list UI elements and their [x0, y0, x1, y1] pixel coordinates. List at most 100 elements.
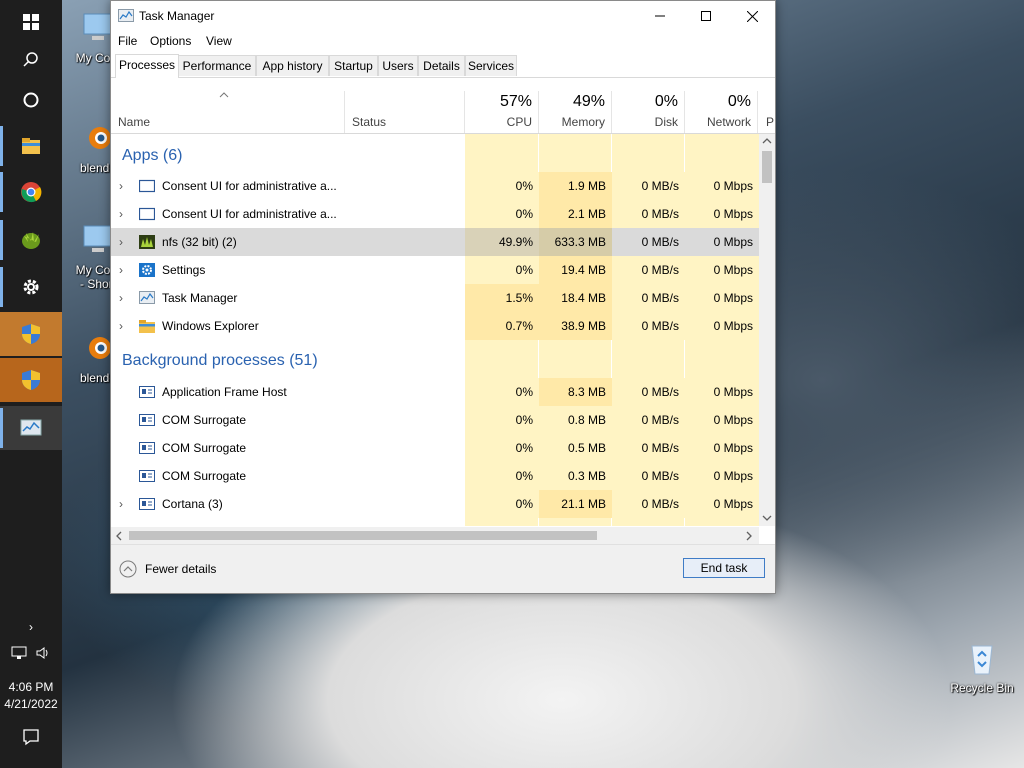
expand-chevron-icon[interactable]: ›: [119, 200, 123, 228]
menu-file[interactable]: File: [118, 34, 137, 48]
process-row[interactable]: COM Surrogate 0% 0.8 MB 0 MB/s 0 Mbps: [111, 406, 759, 434]
tab-performance[interactable]: Performance: [178, 55, 256, 76]
settings-icon: [139, 263, 155, 277]
horizontal-scroll-thumb[interactable]: [129, 531, 597, 540]
expand-chevron-icon[interactable]: ›: [119, 490, 123, 518]
column-cpu[interactable]: 57% CPU: [465, 91, 539, 133]
vertical-scrollbar[interactable]: [759, 134, 775, 526]
tab-details[interactable]: Details: [418, 55, 465, 76]
disk-value: 0 MB/s: [612, 200, 685, 228]
cortana-button[interactable]: [0, 78, 62, 122]
group-background-label: Background processes (51): [122, 352, 318, 369]
task-manager-icon: [20, 419, 42, 436]
menu-options[interactable]: Options: [150, 34, 191, 48]
column-disk[interactable]: 0% Disk: [612, 91, 685, 133]
cpu-value: 0%: [465, 200, 539, 228]
column-network[interactable]: 0% Network: [685, 91, 758, 133]
scroll-left-arrow-icon[interactable]: [115, 531, 123, 541]
process-row[interactable]: COM Surrogate 0% 0.5 MB 0 MB/s 0 Mbps: [111, 434, 759, 462]
close-button[interactable]: [729, 1, 775, 31]
volume-icon[interactable]: [35, 646, 51, 660]
nfs-game-icon: [22, 232, 40, 249]
uac-shield-icon: [22, 370, 40, 390]
cpu-value: 0%: [465, 406, 539, 434]
network-icon[interactable]: [11, 646, 27, 660]
tab-users[interactable]: Users: [378, 55, 418, 76]
end-task-button[interactable]: End task: [683, 558, 765, 578]
expand-chevron-icon[interactable]: ›: [119, 172, 123, 200]
tab-startup[interactable]: Startup: [329, 55, 378, 76]
group-header-background[interactable]: Background processes (51): [111, 342, 759, 374]
memory-value: 0.8 MB: [539, 406, 612, 434]
process-name: Application Frame Host: [162, 385, 287, 399]
show-hidden-icons-button[interactable]: ›: [0, 620, 62, 634]
process-name: nfs (32 bit) (2): [162, 235, 237, 249]
column-status-label: Status: [352, 115, 387, 129]
scroll-right-arrow-icon[interactable]: [745, 531, 753, 541]
process-row[interactable]: › Cortana (3) 0% 21.1 MB 0 MB/s 0 Mbps: [111, 490, 759, 518]
tab-services[interactable]: Services: [465, 55, 517, 76]
process-name: COM Surrogate: [162, 469, 247, 483]
process-row-selected[interactable]: › nfs (32 bit) (2) 49.9% 633.3 MB 0 MB/s…: [111, 228, 759, 256]
process-row-partial[interactable]: [111, 518, 759, 526]
process-row[interactable]: › Settings 0% 19.4 MB 0 MB/s 0 Mbps: [111, 256, 759, 284]
taskbar-settings[interactable]: [0, 265, 62, 309]
process-row[interactable]: › Windows Explorer 0.7% 38.9 MB 0 MB/s 0…: [111, 312, 759, 340]
expand-chevron-icon[interactable]: ›: [119, 312, 123, 340]
cpu-total: 57%: [499, 93, 532, 110]
clock-time: 4:06 PM: [8, 680, 54, 694]
menu-bar: File Options View: [111, 31, 775, 51]
cpu-value: 0%: [465, 172, 539, 200]
service-window-icon: [139, 498, 155, 510]
desktop-icon-recycle-bin[interactable]: Recycle Bin: [946, 640, 1018, 695]
process-row[interactable]: › Consent UI for administrative a... 0% …: [111, 200, 759, 228]
column-power[interactable]: P: [758, 91, 775, 133]
process-name: Windows Explorer: [162, 319, 259, 333]
search-icon: [23, 52, 38, 67]
fewer-details-button[interactable]: Fewer details: [119, 560, 216, 578]
process-name: Settings: [162, 263, 206, 277]
tab-processes[interactable]: Processes: [115, 54, 179, 78]
minimize-button[interactable]: [637, 1, 683, 31]
group-apps-label: Apps (6): [122, 147, 183, 164]
taskbar-task-manager[interactable]: [0, 406, 62, 450]
title-bar[interactable]: Task Manager: [111, 1, 775, 31]
process-row[interactable]: Application Frame Host 0% 8.3 MB 0 MB/s …: [111, 378, 759, 406]
scroll-up-arrow-icon[interactable]: [762, 137, 772, 145]
process-row[interactable]: › Task Manager 1.5% 18.4 MB 0 MB/s 0 Mbp…: [111, 284, 759, 312]
memory-value: 0.5 MB: [539, 434, 612, 462]
taskbar-consent-ui-1[interactable]: [0, 312, 62, 356]
process-name: Task Manager: [162, 291, 238, 305]
nfs-icon: [139, 235, 155, 249]
vertical-scroll-thumb[interactable]: [762, 151, 772, 183]
taskbar-chrome[interactable]: [0, 170, 62, 214]
group-header-apps[interactable]: Apps (6): [111, 142, 759, 172]
taskbar-file-explorer[interactable]: [0, 124, 62, 168]
footer-bar: Fewer details End task: [111, 544, 775, 593]
tab-app-history[interactable]: App history: [256, 55, 329, 76]
horizontal-scrollbar[interactable]: [111, 527, 759, 544]
column-name-label: Name: [118, 115, 151, 129]
action-center-button[interactable]: [0, 728, 62, 749]
chrome-icon: [21, 182, 42, 203]
search-button[interactable]: [0, 38, 62, 82]
expand-chevron-icon[interactable]: ›: [119, 284, 123, 312]
maximize-button[interactable]: [683, 1, 729, 31]
column-name[interactable]: Name: [111, 91, 345, 133]
taskbar-nfs-game[interactable]: [0, 218, 62, 262]
expand-chevron-icon[interactable]: ›: [119, 228, 123, 256]
maximize-icon: [701, 11, 711, 21]
memory-value: 19.4 MB: [539, 256, 612, 284]
system-tray-icons: [0, 646, 62, 660]
expand-chevron-icon[interactable]: ›: [119, 256, 123, 284]
column-memory[interactable]: 49% Memory: [539, 91, 612, 133]
menu-view[interactable]: View: [206, 34, 232, 48]
taskbar-consent-ui-2[interactable]: [0, 358, 62, 402]
process-row[interactable]: › Consent UI for administrative a... 0% …: [111, 172, 759, 200]
process-row[interactable]: COM Surrogate 0% 0.3 MB 0 MB/s 0 Mbps: [111, 462, 759, 490]
disk-value: 0 MB/s: [612, 406, 685, 434]
scroll-down-arrow-icon[interactable]: [762, 514, 772, 522]
clock[interactable]: 4:06 PM 4/21/2022: [0, 680, 62, 711]
column-status[interactable]: Status: [345, 91, 465, 133]
fewer-details-label: Fewer details: [145, 562, 217, 576]
